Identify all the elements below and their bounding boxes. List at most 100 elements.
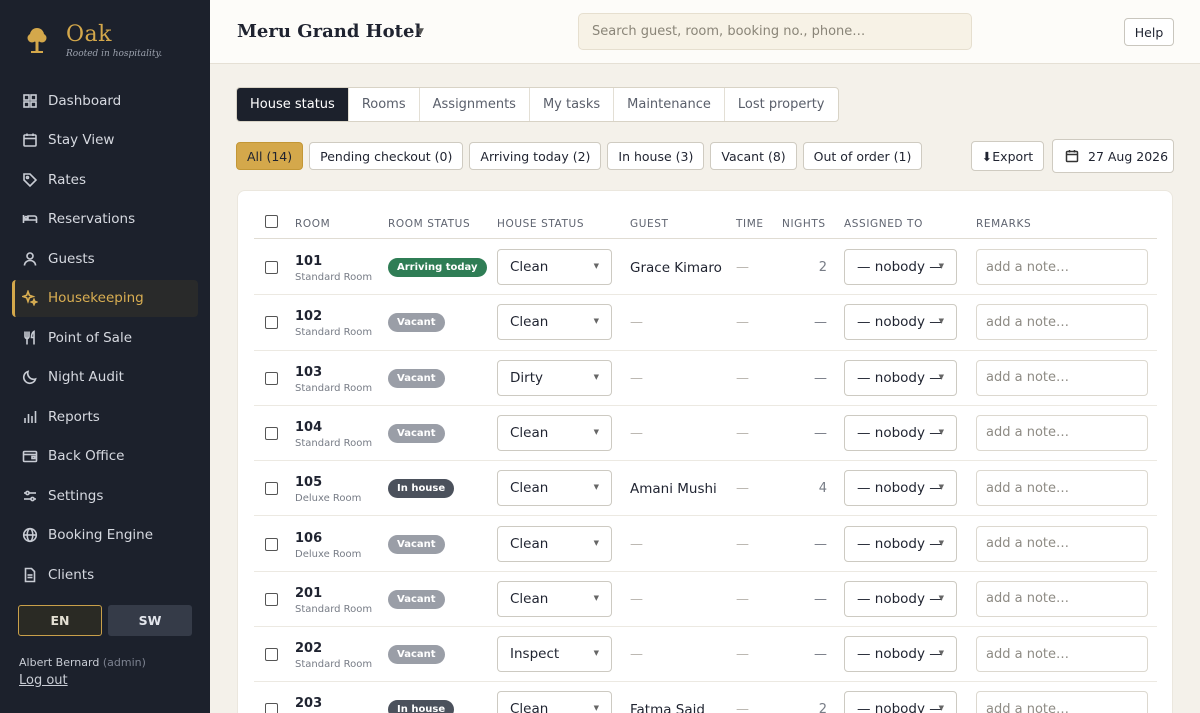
house-status-select[interactable]: Clean ▼ xyxy=(497,304,612,341)
row-checkbox[interactable] xyxy=(265,648,278,662)
house-status-select[interactable]: Inspect ▼ xyxy=(497,636,612,673)
chevron-down-icon[interactable]: ▼ xyxy=(417,27,424,37)
column-remarks[interactable]: Remarks xyxy=(976,218,1031,230)
filter-chip-arriving-today[interactable]: Arriving today (2) xyxy=(469,142,602,170)
assigned-to-select[interactable]: — nobody — ▼ xyxy=(844,470,957,507)
column-room-status[interactable]: Room status xyxy=(388,218,470,230)
sidebar-item-booking-engine[interactable]: Booking Engine xyxy=(12,517,198,554)
column-time[interactable]: Time xyxy=(736,218,764,230)
assigned-to-select[interactable]: — nobody — ▼ xyxy=(844,636,957,673)
assigned-to-select[interactable]: — nobody — ▼ xyxy=(844,691,957,713)
row-checkbox[interactable] xyxy=(265,703,278,713)
sidebar-item-rates[interactable]: Rates xyxy=(12,161,198,198)
chevron-down-icon: ▼ xyxy=(593,427,599,436)
filter-chip-pending-checkout[interactable]: Pending checkout (0) xyxy=(309,142,464,170)
room-number: 105 xyxy=(295,475,323,491)
room-status-badge: Arriving today xyxy=(388,258,487,277)
assigned-to-select[interactable]: — nobody — ▼ xyxy=(844,580,957,617)
nights-value: 2 xyxy=(818,702,827,713)
sidebar-item-back-office[interactable]: Back Office xyxy=(12,438,198,475)
sidebar-item-night-audit[interactable]: Night Audit xyxy=(12,359,198,396)
remarks-input[interactable] xyxy=(976,249,1148,285)
room-number: 103 xyxy=(295,364,323,380)
filter-chip-in-house[interactable]: In house (3) xyxy=(607,142,705,170)
row-checkbox[interactable] xyxy=(265,426,278,440)
logout-link[interactable]: Log out xyxy=(19,673,68,688)
table-row: 202 Standard Room Vacant Inspect ▼ — — — — nobod… xyxy=(254,627,1157,683)
tab-house-status[interactable]: House status xyxy=(237,88,349,121)
filter-chip-all[interactable]: All (14) xyxy=(236,142,304,170)
nights-value: — xyxy=(814,647,827,663)
sidebar-item-point-of-sale[interactable]: Point of Sale xyxy=(12,319,198,356)
search-input[interactable] xyxy=(578,13,972,50)
language-en-button[interactable]: EN xyxy=(18,605,102,636)
row-checkbox[interactable] xyxy=(265,537,278,551)
nights-value: — xyxy=(814,591,827,607)
chevron-down-icon: ▼ xyxy=(938,317,944,326)
house-status-select[interactable]: Clean ▼ xyxy=(497,414,612,451)
row-checkbox[interactable] xyxy=(265,371,278,385)
help-button[interactable]: Help xyxy=(1124,18,1174,46)
sidebar-item-stay-view[interactable]: Stay View xyxy=(12,122,198,159)
guest-name: Fatma Said xyxy=(630,702,705,713)
hotel-selector[interactable]: Meru Grand Hotel xyxy=(237,21,421,42)
remarks-input[interactable] xyxy=(976,470,1148,507)
select-all-checkbox[interactable] xyxy=(265,215,278,228)
brand[interactable]: Oak Rooted in hospitality. xyxy=(26,22,162,59)
tab-lost-property[interactable]: Lost property xyxy=(725,88,838,121)
filter-chip-vacant[interactable]: Vacant (8) xyxy=(710,142,797,170)
assigned-to-select[interactable]: — nobody — ▼ xyxy=(844,304,957,341)
column-nights[interactable]: Nights xyxy=(782,218,826,230)
house-status-select[interactable]: Clean ▼ xyxy=(497,580,612,617)
column-room[interactable]: Room xyxy=(295,218,330,230)
sidebar-item-label: Back Office xyxy=(48,448,125,464)
remarks-input[interactable] xyxy=(976,359,1148,396)
row-checkbox[interactable] xyxy=(265,482,278,496)
remarks-input[interactable] xyxy=(976,580,1148,617)
house-status-select[interactable]: Clean ▼ xyxy=(497,525,612,562)
house-status-select[interactable]: Clean ▼ xyxy=(497,249,612,285)
row-checkbox[interactable] xyxy=(265,261,278,274)
sidebar-item-label: Settings xyxy=(48,487,104,504)
nights-value: — xyxy=(814,315,827,331)
column-house-status[interactable]: House status xyxy=(497,218,584,230)
status-filters: All (14) Pending checkout (0) Arriving tod… xyxy=(236,142,923,170)
chevron-down-icon: ▼ xyxy=(938,372,944,381)
sidebar-item-guests[interactable]: Guests xyxy=(12,240,198,277)
filter-chip-out-of-order[interactable]: Out of order (1) xyxy=(802,142,923,170)
language-sw-button[interactable]: SW xyxy=(108,605,192,636)
user-name: Albert Bernard xyxy=(19,656,100,669)
sidebar-item-housekeeping[interactable]: Housekeeping xyxy=(12,279,198,317)
remarks-input[interactable] xyxy=(976,304,1148,341)
assigned-to-select[interactable]: — nobody — ▼ xyxy=(844,249,957,285)
housekeeping-tabs: House status Rooms Assignments My tasks Main… xyxy=(236,87,839,122)
sidebar-item-settings[interactable]: Settings xyxy=(12,477,198,514)
sidebar-item-reservations[interactable]: Reservations xyxy=(12,201,198,238)
row-checkbox[interactable] xyxy=(265,592,278,606)
remarks-input[interactable] xyxy=(976,525,1148,562)
sidebar-item-reports[interactable]: Reports xyxy=(12,398,198,435)
assigned-to-select[interactable]: — nobody — ▼ xyxy=(844,414,957,451)
remarks-input[interactable] xyxy=(976,414,1148,451)
assigned-to-select[interactable]: — nobody — ▼ xyxy=(844,525,957,562)
assigned-to-select[interactable]: — nobody — ▼ xyxy=(844,359,957,396)
tab-assignments[interactable]: Assignments xyxy=(420,88,530,121)
table-row: 106 Deluxe Room Vacant Clean ▼ — — — — nobody — ▼ xyxy=(254,517,1157,572)
tab-maintenance[interactable]: Maintenance xyxy=(614,88,725,121)
remarks-input[interactable] xyxy=(976,691,1148,713)
table-row: 105 Deluxe Room In house Clean ▼ Amani Mushi —… xyxy=(254,461,1157,517)
column-guest[interactable]: Guest xyxy=(630,218,669,230)
column-assigned-to[interactable]: Assigned to xyxy=(844,218,923,230)
tab-my-tasks[interactable]: My tasks xyxy=(530,88,615,121)
house-status-select[interactable]: Clean ▼ xyxy=(497,470,612,507)
sidebar-item-label: Guests xyxy=(48,250,95,267)
row-checkbox[interactable] xyxy=(265,316,278,330)
sidebar-item-dashboard[interactable]: Dashboard xyxy=(12,82,198,119)
date-picker[interactable]: 27 Aug 2026 xyxy=(1052,139,1174,173)
tab-rooms[interactable]: Rooms xyxy=(349,88,420,121)
sidebar-item-clients[interactable]: Clients xyxy=(12,556,198,593)
remarks-input[interactable] xyxy=(976,636,1148,673)
export-button[interactable]: ⬇Export xyxy=(971,141,1044,171)
house-status-select[interactable]: Clean ▼ xyxy=(497,691,612,713)
house-status-select[interactable]: Dirty ▼ xyxy=(497,359,612,396)
